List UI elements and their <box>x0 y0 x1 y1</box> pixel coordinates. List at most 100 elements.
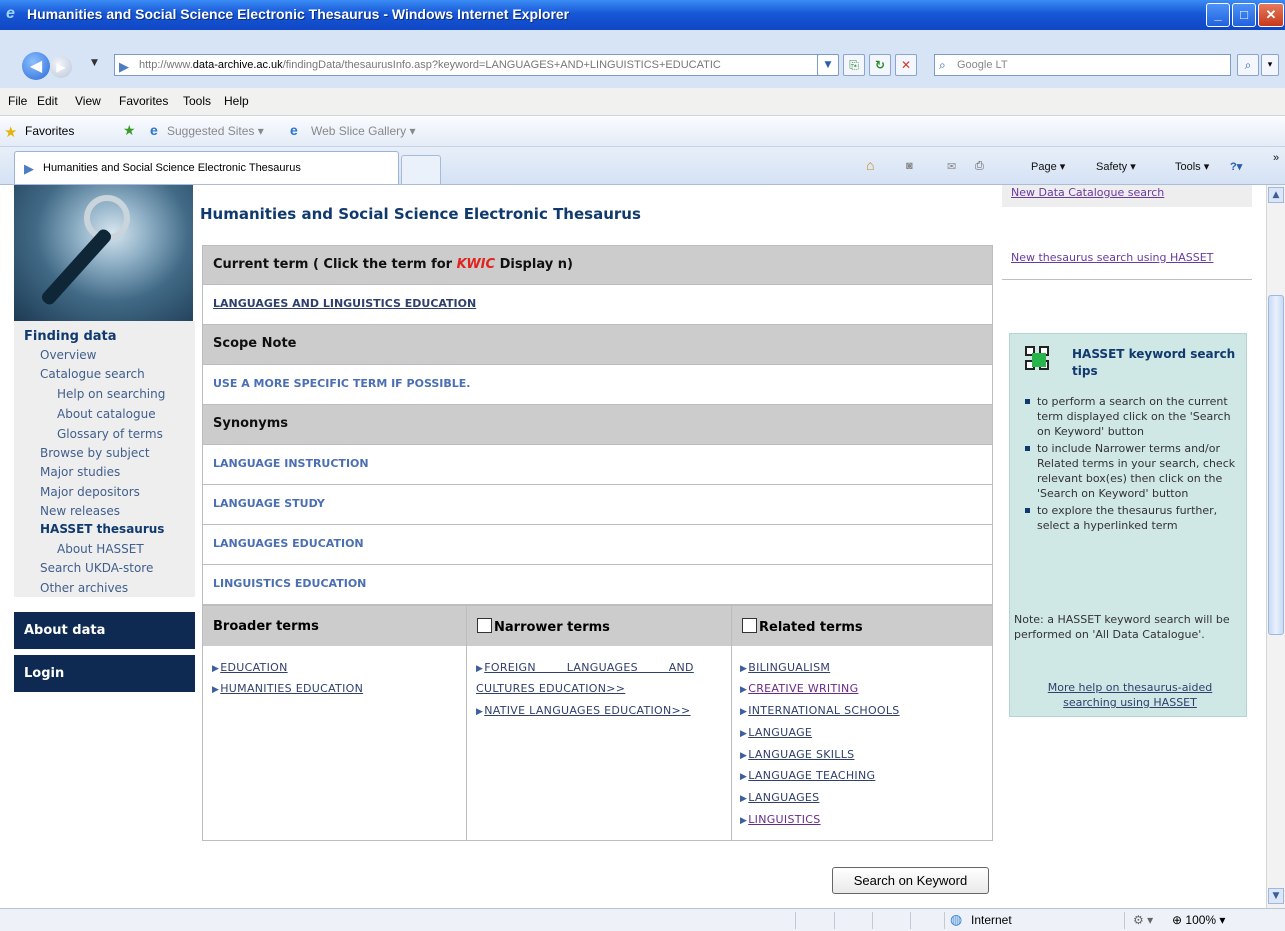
synonym-language-study[interactable]: LANGUAGE STUDY <box>213 497 325 510</box>
tools-menu[interactable]: Tools ▾ <box>1175 160 1209 173</box>
zoom-value: 100% <box>1185 913 1217 927</box>
tip-item: to perform a search on the current term … <box>1025 394 1240 439</box>
web-slice-gallery-link[interactable]: Web Slice Gallery ▾ <box>311 124 416 138</box>
print-icon[interactable]: ⎙ <box>975 160 984 173</box>
tip-item: to explore the thesaurus further, select… <box>1025 503 1240 533</box>
nav-help-on-searching[interactable]: Help on searching <box>57 387 165 401</box>
search-go-icon[interactable]: ⌕ <box>1237 54 1259 76</box>
related-term-creative-writing[interactable]: ▶CREATIVE WRITING <box>740 682 858 695</box>
current-term-header: Current term ( Click the term for KWIC D… <box>202 245 993 285</box>
related-term-languages[interactable]: ▶LANGUAGES <box>740 791 819 804</box>
nav-about-catalogue[interactable]: About catalogue <box>57 407 156 421</box>
nav-major-studies[interactable]: Major studies <box>40 465 120 479</box>
minimize-button[interactable]: _ <box>1206 3 1230 27</box>
related-term-language-teaching[interactable]: ▶LANGUAGE TEACHING <box>740 769 875 782</box>
term-label: LANGUAGE TEACHING <box>748 769 876 782</box>
new-catalogue-search-link[interactable]: New Data Catalogue search <box>1011 186 1164 199</box>
stop-icon[interactable]: ✕ <box>895 54 917 76</box>
narrower-term-native-languages[interactable]: ▶NATIVE LANGUAGES EDUCATION>> <box>476 704 691 717</box>
synonym-row: LANGUAGES EDUCATION <box>202 525 993 565</box>
related-term-language[interactable]: ▶LANGUAGE <box>740 726 812 739</box>
arrow-bullet-icon: ▶ <box>740 685 748 695</box>
scroll-down-icon[interactable]: ▼ <box>1268 888 1284 904</box>
read-mail-icon[interactable]: ✉ <box>947 160 956 173</box>
protected-mode-icon[interactable]: ⚙ ▾ <box>1133 913 1153 927</box>
tip-item: to include Narrower terms and/or Related… <box>1025 441 1240 501</box>
search-input[interactable]: ⌕ Google LT <box>934 54 1231 76</box>
narrower-term-foreign-languages[interactable]: ▶FOREIGN LANGUAGES AND <box>476 661 720 674</box>
right-divider <box>1002 279 1252 280</box>
current-term-link[interactable]: LANGUAGES AND LINGUISTICS EDUCATION <box>213 297 476 310</box>
compatibility-view-icon[interactable]: ⎘ <box>843 54 865 76</box>
more-help-link[interactable]: More help on thesaurus-aided searching u… <box>1020 680 1240 710</box>
menu-file[interactable]: File <box>8 94 27 108</box>
term-label: LINGUISTICS <box>748 813 821 826</box>
chevron-more-icon[interactable]: » <box>1273 152 1279 164</box>
suggested-sites-link[interactable]: Suggested Sites ▾ <box>167 124 264 138</box>
nav-browse-by-subject[interactable]: Browse by subject <box>40 446 150 460</box>
nav-search-ukda-store[interactable]: Search UKDA-store <box>40 561 153 575</box>
narrower-terms-checkbox[interactable] <box>477 618 492 633</box>
current-term-header-post: Display n) <box>495 257 573 272</box>
favorites-button[interactable]: Favorites <box>25 124 74 138</box>
key-shaft-shape <box>39 227 114 307</box>
broader-term-education[interactable]: ▶EDUCATION <box>212 661 288 674</box>
zoom-level[interactable]: ⊕ 100% ▾ <box>1172 913 1225 927</box>
add-favorite-icon[interactable]: ★ <box>123 122 136 139</box>
synonym-linguistics-education[interactable]: LINGUISTICS EDUCATION <box>213 577 366 590</box>
maximize-button[interactable]: □ <box>1232 3 1256 27</box>
nav-new-releases[interactable]: New releases <box>40 504 120 518</box>
address-dropdown-icon[interactable]: ▼ <box>817 54 839 76</box>
forward-button[interactable]: ▶ <box>50 56 72 78</box>
refresh-icon[interactable]: ↻ <box>869 54 891 76</box>
related-term-international-schools[interactable]: ▶INTERNATIONAL SCHOOLS <box>740 704 900 717</box>
arrow-bullet-icon: ▶ <box>476 707 484 717</box>
narrower-term-foreign-languages-cont[interactable]: CULTURES EDUCATION>> <box>476 682 625 695</box>
history-dropdown-icon[interactable]: ▼ <box>91 58 98 68</box>
nav-glossary-of-terms[interactable]: Glossary of terms <box>57 427 163 441</box>
nav-hasset-thesaurus[interactable]: HASSET thesaurus <box>40 522 164 536</box>
security-zone-label: Internet <box>971 913 1012 927</box>
synonym-languages-education[interactable]: LANGUAGES EDUCATION <box>213 537 364 550</box>
home-icon[interactable]: ⌂ <box>866 157 874 173</box>
scroll-thumb[interactable] <box>1268 295 1284 635</box>
menu-tools[interactable]: Tools <box>183 94 211 108</box>
nav-other-archives[interactable]: Other archives <box>40 581 128 595</box>
term-label: NATIVE LANGUAGES EDUCATION>> <box>484 704 691 717</box>
related-terms-checkbox[interactable] <box>742 618 757 633</box>
related-term-language-skills[interactable]: ▶LANGUAGE SKILLS <box>740 748 854 761</box>
menu-help[interactable]: Help <box>224 94 249 108</box>
nav-about-hasset[interactable]: About HASSET <box>57 542 144 556</box>
page-menu[interactable]: Page ▾ <box>1031 160 1065 173</box>
synonym-row: LINGUISTICS EDUCATION <box>202 565 993 605</box>
new-tab-button[interactable] <box>401 155 441 184</box>
related-term-bilingualism[interactable]: ▶BILINGUALISM <box>740 661 830 674</box>
close-button[interactable]: ✕ <box>1258 3 1284 27</box>
term-label: LANGUAGES <box>748 791 820 804</box>
synonym-language-instruction[interactable]: LANGUAGE INSTRUCTION <box>213 457 369 470</box>
safety-menu[interactable]: Safety ▾ <box>1096 160 1136 173</box>
broader-term-humanities-education[interactable]: ▶HUMANITIES EDUCATION <box>212 682 363 695</box>
feeds-icon[interactable]: ◙ <box>906 160 913 172</box>
new-thesaurus-search-link[interactable]: New thesaurus search using HASSET <box>1011 251 1213 264</box>
menu-favorites[interactable]: Favorites <box>119 94 168 108</box>
help-icon[interactable]: ?▾ <box>1230 160 1242 173</box>
menu-edit[interactable]: Edit <box>37 94 58 108</box>
login-link[interactable]: Login <box>14 655 195 692</box>
synonyms-header: Synonyms <box>202 405 993 445</box>
about-data-link[interactable]: About data <box>14 612 195 649</box>
address-input[interactable]: ▶ http://www.data-archive.ac.uk/findingDa… <box>114 54 838 76</box>
scroll-up-icon[interactable]: ▲ <box>1268 187 1284 203</box>
related-term-linguistics[interactable]: ▶LINGUISTICS <box>740 813 821 826</box>
tab-thesaurus[interactable]: ▶ Humanities and Social Science Electron… <box>14 151 399 184</box>
nav-major-depositors[interactable]: Major depositors <box>40 485 140 499</box>
search-on-keyword-button[interactable]: Search on Keyword <box>832 867 989 894</box>
vertical-scrollbar[interactable]: ▲ ▼ <box>1266 185 1285 908</box>
nav-overview[interactable]: Overview <box>40 348 97 362</box>
nav-catalogue-search[interactable]: Catalogue search <box>40 367 145 381</box>
suggested-sites-icon: e <box>150 122 158 138</box>
back-button[interactable]: ◀ <box>22 52 50 80</box>
menu-view[interactable]: View <box>75 94 101 108</box>
search-options-icon[interactable]: ▾ <box>1261 54 1279 76</box>
search-placeholder: Google LT <box>957 59 1008 71</box>
